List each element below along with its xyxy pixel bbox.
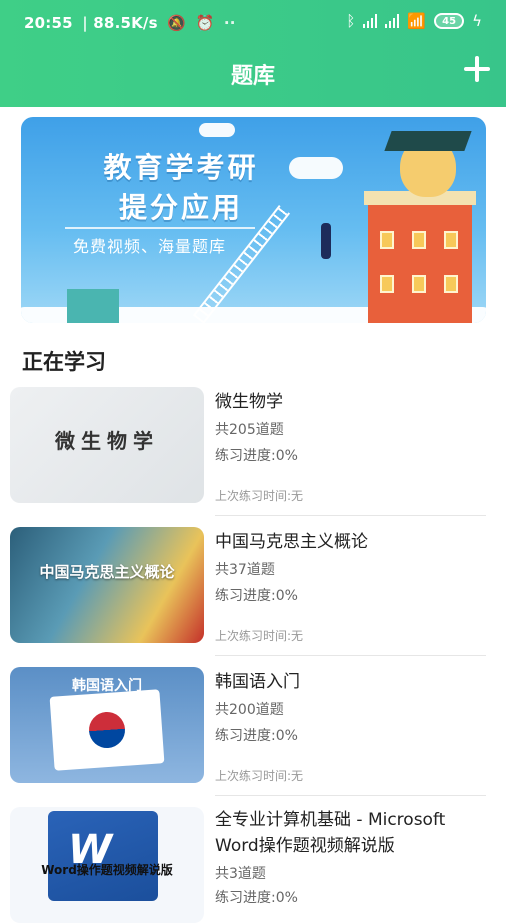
practice-progress: 练习进度:0% xyxy=(215,890,298,906)
banner-title-line1: 教育学考研 xyxy=(103,151,259,184)
question-count: 共200道题 xyxy=(215,702,284,718)
divider xyxy=(215,515,486,516)
course-name: 韩国语入门 xyxy=(215,672,300,692)
banner-subtitle: 免费视频、海量题库 xyxy=(73,237,227,256)
divider xyxy=(215,795,486,796)
thumbnail-text: 微生物学 xyxy=(55,429,159,453)
page-title: 题库 xyxy=(230,64,275,89)
word-logo-icon: W xyxy=(48,811,158,901)
course-name: 全专业计算机基础 - Microsoft Word操作题视频解说版 xyxy=(215,810,446,856)
flag-illustration xyxy=(49,689,165,771)
course-thumbnail: 微生物学 xyxy=(10,387,204,503)
banner-divider xyxy=(65,227,255,229)
promo-banner[interactable]: 教育学考研 提分应用 免费视频、海量题库 xyxy=(21,117,486,323)
divider xyxy=(215,655,486,656)
graduation-cap-illustration xyxy=(384,131,472,151)
status-right: ᛒ 📶 45 ϟ xyxy=(346,12,482,30)
alarm-icon: ⏰ xyxy=(195,14,215,32)
cloud-decoration xyxy=(199,123,235,137)
wifi-icon: 📶 xyxy=(407,12,427,30)
course-item[interactable]: 韩国语入门 韩国语入门 共200道题 练习进度:0% 上次练习时间:无 xyxy=(10,667,486,796)
practice-progress: 练习进度:0% xyxy=(215,728,298,744)
signal-icon xyxy=(363,14,378,28)
course-name: 微生物学 xyxy=(215,392,283,412)
status-time: 20:55 xyxy=(24,14,73,32)
signal-icon-2 xyxy=(385,14,400,28)
course-name: 中国马克思主义概论 xyxy=(215,532,368,552)
status-bar: 20:55 | 88.5K/s 🔕 ⏰ ·· ᛒ 📶 45 ϟ xyxy=(0,0,506,46)
question-count: 共37道题 xyxy=(215,562,275,578)
practice-progress: 练习进度:0% xyxy=(215,588,298,604)
course-item[interactable]: 微生物学 微生物学 共205道题 练习进度:0% 上次练习时间:无 xyxy=(10,387,486,516)
climber-illustration xyxy=(321,223,331,259)
thumbnail-text: Word操作题视频解说版 xyxy=(41,863,173,877)
question-count: 共205道题 xyxy=(215,422,284,438)
status-left: 20:55 | 88.5K/s 🔕 ⏰ ·· xyxy=(24,14,236,32)
bluetooth-icon: ᛒ xyxy=(346,12,356,30)
last-practice-time: 上次练习时间:无 xyxy=(215,629,304,643)
cloud-decoration xyxy=(289,157,343,179)
course-item[interactable]: 中国马克思主义概论 中国马克思主义概论 共37道题 练习进度:0% 上次练习时间… xyxy=(10,527,486,656)
battery-icon: 45 xyxy=(434,13,465,29)
course-thumbnail: W Word操作题视频解说版 xyxy=(10,807,204,923)
course-item[interactable]: W Word操作题视频解说版 全专业计算机基础 - Microsoft Word… xyxy=(10,807,486,923)
mute-icon: 🔕 xyxy=(167,14,187,32)
building-illustration xyxy=(364,191,476,323)
thumbnail-text: 中国马克思主义概论 xyxy=(39,563,175,581)
last-practice-time: 上次练习时间:无 xyxy=(215,769,304,783)
question-count: 共3道题 xyxy=(215,866,266,882)
charging-icon: ϟ xyxy=(472,12,482,30)
practice-progress: 练习进度:0% xyxy=(215,448,298,464)
pillar-illustration xyxy=(67,289,119,323)
banner-title-line2: 提分应用 xyxy=(118,191,243,224)
course-thumbnail: 中国马克思主义概论 xyxy=(10,527,204,643)
app-header: 20:55 | 88.5K/s 🔕 ⏰ ·· ᛒ 📶 45 ϟ 题库 xyxy=(0,0,506,107)
add-button[interactable] xyxy=(464,56,490,82)
network-speed: 88.5K/s xyxy=(93,14,158,32)
last-practice-time: 上次练习时间:无 xyxy=(215,489,304,503)
section-title: 正在学习 xyxy=(22,350,106,374)
more-icon: ·· xyxy=(223,14,236,32)
course-thumbnail: 韩国语入门 xyxy=(10,667,204,783)
